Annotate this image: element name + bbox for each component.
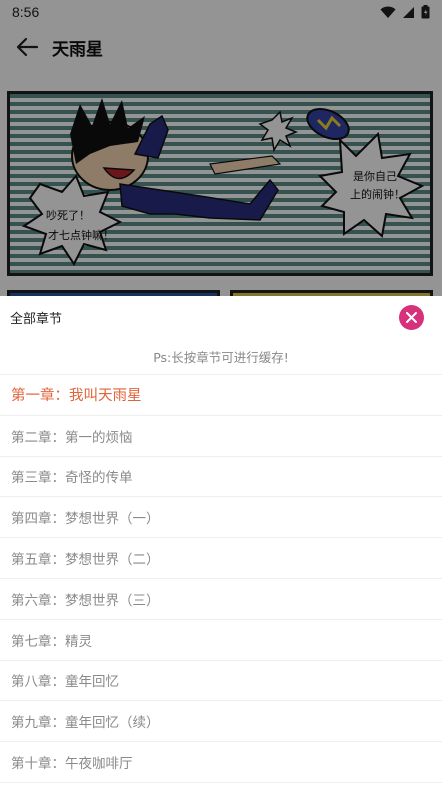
chapter-item-3[interactable]: 第三章：奇怪的传单: [0, 457, 442, 498]
close-icon: [406, 312, 417, 323]
chapter-item-8[interactable]: 第八章：童年回忆: [0, 661, 442, 702]
chapter-item-6[interactable]: 第六章：梦想世界（三）: [0, 579, 442, 620]
chapter-item-7[interactable]: 第七章：精灵: [0, 620, 442, 661]
chapter-sheet: 全部章节 Ps:长按章节可进行缓存! 第一章：我叫天雨星 第二章：第一的烦恼 第…: [0, 296, 442, 787]
chapter-item-5[interactable]: 第五章：梦想世界（二）: [0, 538, 442, 579]
cache-hint: Ps:长按章节可进行缓存!: [0, 339, 442, 375]
chapter-item-1[interactable]: 第一章：我叫天雨星: [0, 375, 442, 416]
close-button[interactable]: [399, 305, 424, 330]
chapter-item-9[interactable]: 第九章：童年回忆（续）: [0, 701, 442, 743]
chapter-item-2[interactable]: 第二章：第一的烦恼: [0, 416, 442, 457]
chapter-sheet-title: 全部章节: [10, 312, 63, 327]
chapter-item-4[interactable]: 第四章：梦想世界（一）: [0, 497, 442, 539]
chapter-item-10[interactable]: 第十章：午夜咖啡厅: [0, 742, 442, 783]
chapter-sheet-header: 全部章节: [0, 296, 442, 339]
chapter-list: 第一章：我叫天雨星 第二章：第一的烦恼 第三章：奇怪的传单 第四章：梦想世界（一…: [0, 375, 442, 783]
